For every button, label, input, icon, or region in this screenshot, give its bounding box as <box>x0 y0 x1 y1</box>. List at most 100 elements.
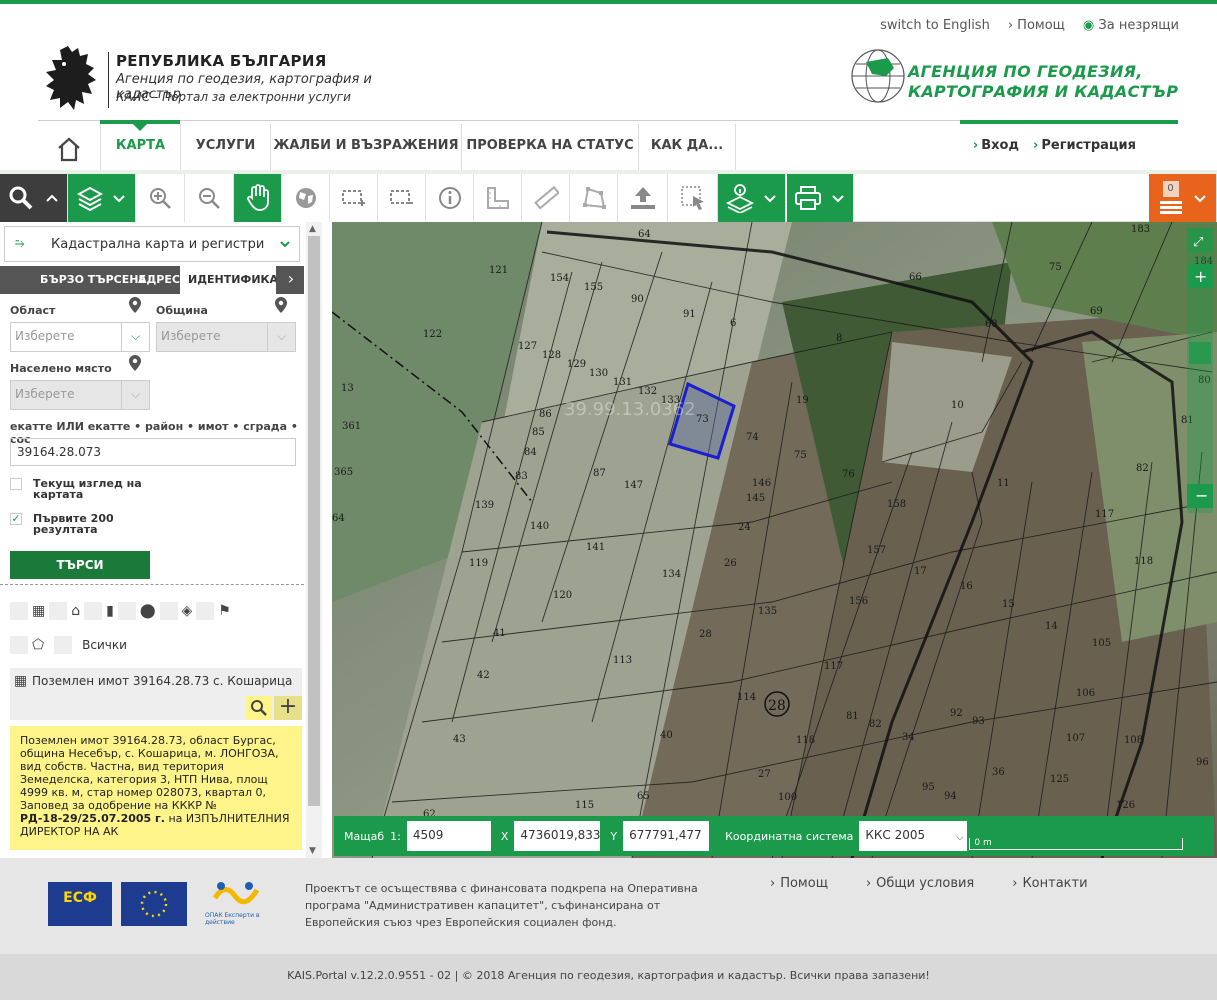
crs-select[interactable]: ККС 2005 ⌵ <box>859 821 968 851</box>
tab-identifier[interactable]: ИДЕНТИФИКАТО <box>180 266 276 294</box>
measure-area-button[interactable] <box>474 174 522 222</box>
first200-label: Първите 200 резултата <box>33 512 114 536</box>
zoom-slider-handle[interactable] <box>1189 342 1211 364</box>
parcel-number: 135 <box>758 606 777 617</box>
layers-button[interactable] <box>68 174 136 222</box>
home-icon[interactable] <box>52 134 86 164</box>
footer-terms-link[interactable]: Общи условия <box>866 876 974 891</box>
parcel-number: 129 <box>567 359 586 370</box>
zoom-slider[interactable]: ⤢ + − <box>1187 228 1213 513</box>
nav-map[interactable]: КАРТА <box>101 124 181 172</box>
naseleno-select[interactable]: Изберете ⌵ <box>10 380 150 410</box>
parcel-number: 105 <box>1092 638 1111 649</box>
filter-checkbox[interactable] <box>117 602 136 620</box>
search-button[interactable]: ТЪРСИ <box>10 551 150 579</box>
nav-status-check[interactable]: ПРОВЕРКА НА СТАТУС <box>462 124 639 172</box>
tab-address[interactable]: АДРЕС <box>138 266 180 294</box>
zoom-in-button[interactable] <box>136 174 185 222</box>
tabs-next-icon[interactable]: › <box>278 266 304 294</box>
building-icon[interactable]: ▮ <box>106 603 114 619</box>
parcel-number: 96 <box>1196 757 1209 768</box>
parcel-number: 10 <box>951 400 964 411</box>
switch-language-link[interactable]: switch to English <box>880 18 990 33</box>
layers-icon[interactable]: ◈ <box>182 603 193 619</box>
filter-all-checkbox[interactable] <box>54 636 73 654</box>
measure-distance-button[interactable] <box>522 174 570 222</box>
agency-logo[interactable]: АГЕНЦИЯ ПО ГЕОДЕЗИЯ, КАРТОГРАФИЯ И КАДАС… <box>850 48 1180 108</box>
location-pin-icon[interactable] <box>274 296 288 314</box>
pan-button[interactable] <box>234 174 282 222</box>
location-pin-icon[interactable] <box>128 354 142 372</box>
footer-contacts-link[interactable]: Контакти <box>1012 876 1087 891</box>
obshtina-select[interactable]: Изберете ⌵ <box>156 322 296 352</box>
add-to-basket-button[interactable]: + <box>274 696 302 720</box>
add-selection-button[interactable] <box>330 174 378 222</box>
nav-how-to[interactable]: КАК ДА... <box>639 124 736 172</box>
republic-logo[interactable]: РЕПУБЛИКА БЪЛГАРИЯ Агенция по геодезия, … <box>42 44 422 114</box>
current-view-label: Текущ изглед на картата <box>33 477 142 501</box>
y-coordinate-input[interactable]: 677791,477 <box>623 821 710 851</box>
filter-checkbox[interactable] <box>159 602 178 620</box>
search-tabs: БЪРЗО ТЪРСЕНЕ АДРЕС ИДЕНТИФИКАТО › <box>0 266 304 294</box>
identifier-input[interactable]: 39164.28.073 <box>10 438 296 466</box>
flag-icon[interactable]: ⚑ <box>218 603 231 619</box>
info-button[interactable] <box>426 174 474 222</box>
scroll-down-icon[interactable]: ▼ <box>309 846 316 856</box>
nav-services[interactable]: УСЛУГИ <box>181 124 271 172</box>
zoom-out-button[interactable] <box>185 174 234 222</box>
scrollbar-thumb[interactable] <box>308 236 320 806</box>
parcel-number: 41 <box>493 628 506 639</box>
location-pin-icon[interactable] <box>128 296 142 314</box>
polygon-icon <box>582 187 606 209</box>
scroll-up-icon[interactable]: ▲ <box>309 224 316 234</box>
tab-quick-search[interactable]: БЪРЗО ТЪРСЕНЕ <box>40 266 146 294</box>
scale-input[interactable]: 4509 <box>406 821 491 851</box>
layer-dropdown[interactable]: ⥲ Кадастрална карта и регистри <box>4 226 300 262</box>
result-item[interactable]: ▦ Поземлен имот 39164.28.73 с. Кошарица … <box>10 668 302 720</box>
house-icon[interactable]: ⌂ <box>71 603 80 619</box>
basket-button[interactable]: 0 <box>1149 174 1217 222</box>
parcel-number: 127 <box>518 341 537 352</box>
register-link[interactable]: Регистрация <box>1033 138 1136 153</box>
footer-help-link[interactable]: Помощ <box>770 876 828 891</box>
parcel-number: 128 <box>542 350 561 361</box>
polygon-icon[interactable]: ⬠ <box>32 637 44 653</box>
parcel-number: 84 <box>524 447 537 458</box>
parcel-number: 82 <box>1136 463 1149 474</box>
map-canvas[interactable]: 39.99.13.0362 64 121 154 155 90 91 6 8 6… <box>332 222 1217 858</box>
filter-checkbox[interactable] <box>84 602 103 620</box>
print-button[interactable] <box>787 174 854 222</box>
parcel-number: 126 <box>1116 800 1135 811</box>
first200-checkbox[interactable]: ✓ <box>10 513 22 525</box>
result-order-text: Заповед за одобрение на КККР № <box>20 799 217 812</box>
parcel-number: 17 <box>914 566 927 577</box>
zoom-to-result-button[interactable] <box>246 696 272 720</box>
x-coordinate-input[interactable]: 4736019,833 <box>514 821 601 851</box>
search-tool-button[interactable] <box>0 174 68 222</box>
upload-button[interactable] <box>618 174 668 222</box>
crs-select-value: ККС 2005 <box>865 828 926 842</box>
globe-view-button[interactable] <box>282 174 330 222</box>
filter-checkbox[interactable] <box>49 602 68 620</box>
pin-icon[interactable]: ⬤ <box>140 603 156 619</box>
parcel-number: 125 <box>1050 774 1069 785</box>
accessibility-link[interactable]: ◉ За незрящи <box>1083 18 1179 33</box>
polygon-button[interactable] <box>570 174 618 222</box>
login-link[interactable]: Вход <box>973 138 1019 153</box>
remove-selection-button[interactable] <box>378 174 426 222</box>
cadastral-map[interactable]: 39.99.13.0362 64 121 154 155 90 91 6 8 6… <box>332 222 1217 858</box>
filter-checkbox[interactable] <box>196 602 215 620</box>
parcel-number: 130 <box>589 368 608 379</box>
select-area-button[interactable] <box>668 174 718 222</box>
current-view-checkbox[interactable] <box>10 478 22 490</box>
filter-checkbox[interactable] <box>10 602 28 620</box>
help-link[interactable]: › Помощ <box>1008 18 1065 33</box>
panel-scrollbar[interactable]: ▲ ▼ <box>306 222 322 858</box>
nav-complaints[interactable]: ЖАЛБИ И ВЪЗРАЖЕНИЯ <box>271 124 462 172</box>
filter-checkbox[interactable] <box>10 636 28 654</box>
chevron-down-icon <box>280 241 290 248</box>
info-layers-button[interactable] <box>718 174 786 222</box>
ruler-square-icon <box>486 187 509 209</box>
grid-icon[interactable]: ▦ <box>32 603 45 619</box>
oblast-select[interactable]: Изберете ⌵ <box>10 322 150 352</box>
